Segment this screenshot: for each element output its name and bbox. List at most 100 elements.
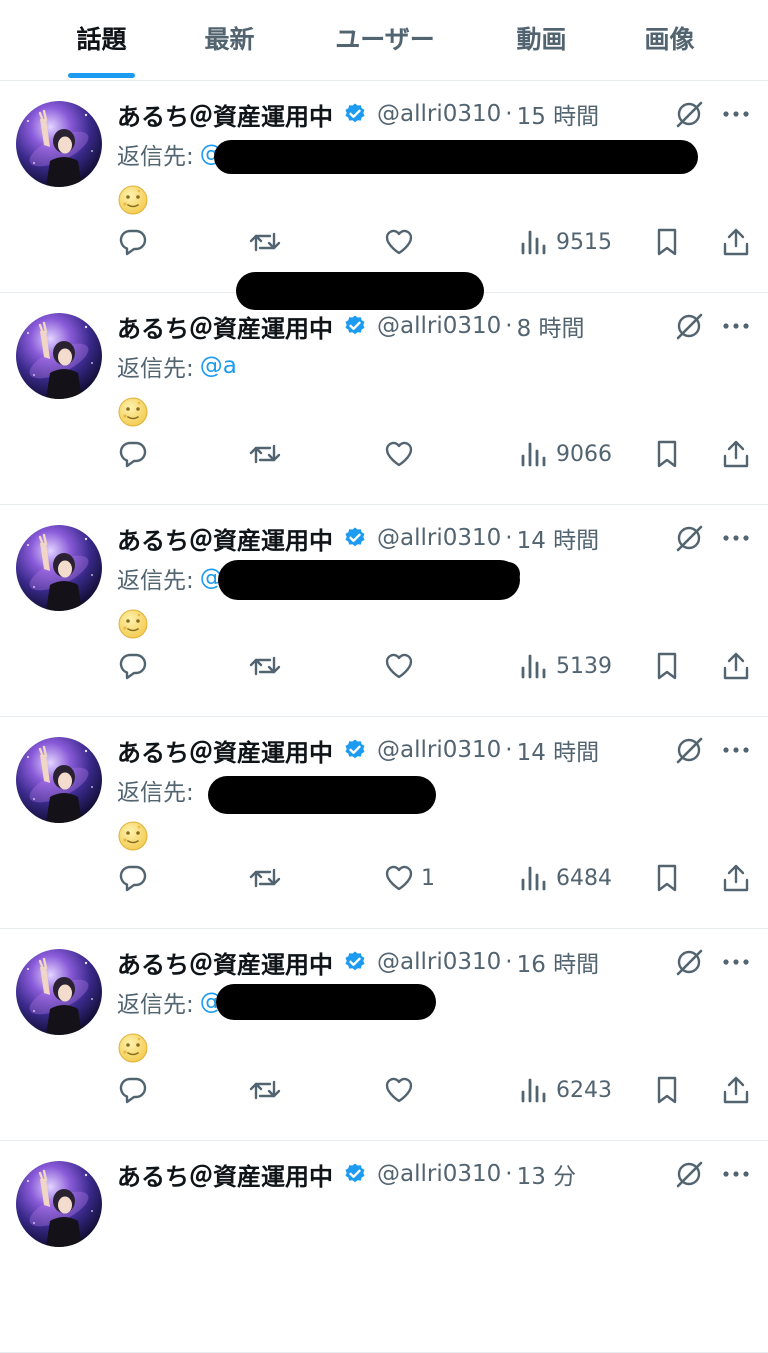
display-name[interactable]: あるち＠資産運用中	[117, 309, 333, 344]
share-button[interactable]	[720, 1073, 752, 1107]
timestamp[interactable]: 14 時間	[517, 521, 600, 555]
reply-button[interactable]	[117, 225, 149, 259]
reply-label: 返信先:	[117, 356, 194, 382]
display-name[interactable]: あるち＠資産運用中	[117, 733, 333, 768]
reply-button[interactable]	[117, 437, 149, 471]
like-button[interactable]	[383, 437, 415, 471]
tweet[interactable]: あるち＠資産運用中 @allri0310 · 14 時間 返信先: 1 6484	[0, 717, 768, 929]
views-button[interactable]: 9515	[518, 225, 612, 259]
tweet[interactable]: あるち＠資産運用中 @allri0310 · 15 時間 返信先: @ 9515	[0, 81, 768, 293]
reply-button[interactable]	[117, 1073, 149, 1107]
reply-icon	[117, 1074, 149, 1106]
tab-top[interactable]: 話題	[68, 22, 135, 58]
retweet-button[interactable]	[248, 861, 282, 895]
timestamp[interactable]: 14 時間	[517, 733, 600, 767]
avatar[interactable]	[16, 737, 102, 823]
bookmark-icon	[651, 226, 683, 258]
share-icon	[720, 226, 752, 258]
share-icon	[720, 1074, 752, 1106]
user-handle[interactable]: @allri0310	[377, 949, 501, 975]
bookmark-button[interactable]	[651, 437, 683, 471]
tab-images[interactable]: 画像	[636, 22, 703, 58]
more-icon[interactable]	[720, 949, 752, 975]
tweet[interactable]: あるち＠資産運用中 @allri0310 · 8 時間返信先: @a 9066	[0, 272, 768, 505]
tweet-header: あるち＠資産運用中 @allri0310 · 16 時間	[117, 945, 599, 979]
full-moon-face-emoji	[117, 608, 149, 640]
reply-button[interactable]	[117, 649, 149, 683]
more-icon[interactable]	[720, 525, 752, 551]
like-button[interactable]: 1	[383, 861, 435, 895]
bookmark-button[interactable]	[651, 649, 683, 683]
share-button[interactable]	[720, 437, 752, 471]
bookmark-button[interactable]	[651, 861, 683, 895]
grok-icon[interactable]	[674, 99, 704, 129]
avatar[interactable]	[16, 101, 102, 187]
timestamp[interactable]: 13 分	[517, 1157, 577, 1191]
retweet-button[interactable]	[248, 1073, 282, 1107]
retweet-icon	[248, 862, 282, 894]
retweet-button[interactable]	[248, 225, 282, 259]
display-name[interactable]: あるち＠資産運用中	[117, 1157, 333, 1192]
grok-icon[interactable]	[674, 735, 704, 765]
verified-badge-icon	[343, 1162, 367, 1186]
tab-people[interactable]: ユーザー	[330, 22, 440, 58]
share-icon	[720, 862, 752, 894]
like-icon	[383, 650, 415, 682]
views-button[interactable]: 5139	[518, 649, 612, 683]
like-button[interactable]	[383, 1073, 415, 1107]
views-button[interactable]: 6484	[518, 861, 612, 895]
tab-videos[interactable]: 動画	[508, 22, 575, 58]
more-icon[interactable]	[720, 1161, 752, 1187]
more-icon[interactable]	[720, 313, 752, 339]
share-button[interactable]	[720, 649, 752, 683]
like-button[interactable]	[383, 649, 415, 683]
share-button[interactable]	[720, 225, 752, 259]
tab-latest[interactable]: 最新	[196, 22, 263, 58]
user-handle[interactable]: @allri0310	[377, 1161, 501, 1187]
verified-badge-icon	[343, 950, 367, 974]
retweet-button[interactable]	[248, 649, 282, 683]
display-name[interactable]: あるち＠資産運用中	[117, 945, 333, 980]
display-name[interactable]: あるち＠資産運用中	[117, 97, 333, 132]
bookmark-button[interactable]	[651, 1073, 683, 1107]
tweet[interactable]: あるち＠資産運用中@allri0310·14 時間返信先:@T5139	[0, 505, 768, 717]
reply-button[interactable]	[117, 861, 149, 895]
user-handle[interactable]: @allri0310	[377, 737, 501, 763]
avatar[interactable]	[16, 1161, 102, 1247]
views-count: 5139	[556, 653, 612, 679]
avatar[interactable]	[16, 313, 102, 399]
grok-icon[interactable]	[674, 523, 704, 553]
share-button[interactable]	[720, 861, 752, 895]
avatar[interactable]	[16, 949, 102, 1035]
bookmark-icon	[651, 438, 683, 470]
bookmark-button[interactable]	[651, 225, 683, 259]
retweet-button[interactable]	[248, 437, 282, 471]
share-icon	[720, 438, 752, 470]
reply-target-link[interactable]: @a	[200, 353, 237, 379]
like-button[interactable]	[383, 225, 415, 259]
grok-icon[interactable]	[674, 311, 704, 341]
timestamp[interactable]: 16 時間	[517, 945, 600, 979]
avatar[interactable]	[16, 525, 102, 611]
tweet[interactable]: あるち＠資産運用中 @allri0310 · 16 時間 返信先: @ 6243	[0, 929, 768, 1141]
user-handle[interactable]: @allri0310	[377, 101, 501, 127]
more-icon[interactable]	[720, 737, 752, 763]
user-handle[interactable]: @allri0310	[377, 313, 501, 339]
grok-icon[interactable]	[674, 1159, 704, 1189]
views-count: 9515	[556, 229, 612, 255]
views-icon	[518, 862, 550, 894]
reply-context: 返信先: @	[117, 985, 223, 1019]
reply-label: 返信先:	[117, 144, 194, 170]
user-handle[interactable]: @allri0310	[377, 525, 501, 551]
tweet[interactable]: あるち＠資産運用中 @allri0310 · 13 分	[0, 1141, 768, 1353]
separator-dot: ·	[505, 313, 513, 339]
display-name[interactable]: あるち＠資産運用中	[117, 521, 333, 556]
views-icon	[518, 226, 550, 258]
views-button[interactable]: 6243	[518, 1073, 612, 1107]
timestamp[interactable]: 15 時間	[517, 97, 600, 131]
timestamp[interactable]: 8 時間	[517, 309, 585, 343]
like-icon	[383, 1074, 415, 1106]
grok-icon[interactable]	[674, 947, 704, 977]
views-button[interactable]: 9066	[518, 437, 612, 471]
more-icon[interactable]	[720, 101, 752, 127]
